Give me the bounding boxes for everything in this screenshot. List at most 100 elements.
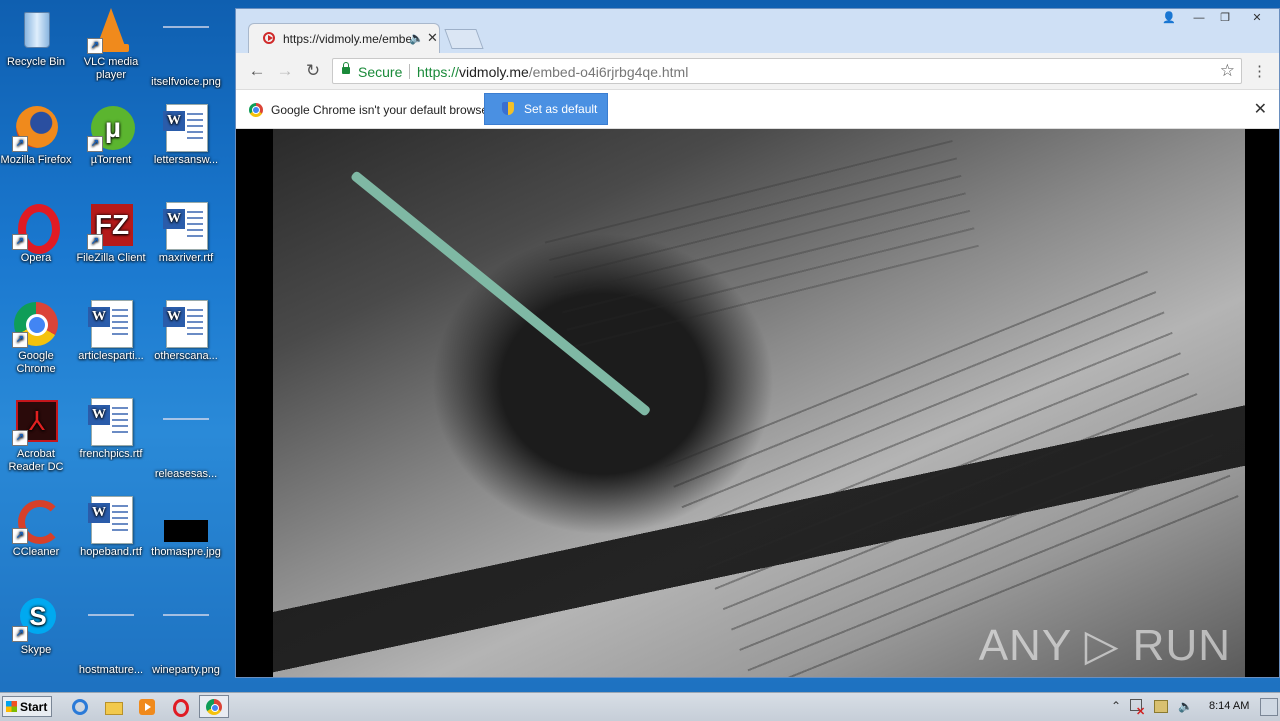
set-as-default-button[interactable]: Set as default: [484, 93, 608, 125]
desktop-icon-maxriver[interactable]: W maxriver.rtf: [148, 198, 224, 265]
shortcut-arrow-icon: ↗: [12, 626, 28, 642]
desktop-icon-hostmature[interactable]: hostmature...: [73, 590, 149, 677]
desktop-icon-recycle-bin[interactable]: Recycle Bin: [0, 2, 74, 69]
desktop-icon-releasesas[interactable]: releasesas...: [148, 394, 224, 481]
chrome-icon: ↗: [12, 300, 60, 348]
tab-title: https://vidmoly.me/embed-o4i6rjrbg4qe.ht…: [283, 32, 411, 46]
internet-explorer-icon[interactable]: [70, 697, 90, 717]
desktop-icon-label: hopeband.rtf: [80, 546, 142, 558]
back-button[interactable]: ←: [247, 61, 267, 81]
desktop-icon-opera[interactable]: ↗ Opera: [0, 198, 74, 265]
firefox-icon: ↗: [12, 104, 60, 152]
action-center-icon[interactable]: [1154, 699, 1168, 713]
lock-icon: [342, 62, 350, 74]
desktop-icon-wineparty[interactable]: wineparty.png: [148, 590, 224, 677]
desktop-icon-filezilla[interactable]: FZ ↗ FileZilla Client: [73, 198, 149, 265]
desktop-icon-label: thomaspre.jpg: [151, 546, 221, 558]
browser-tab[interactable]: https://vidmoly.me/embed-o4i6rjrbg4qe.ht…: [248, 23, 440, 53]
opera-taskbar-icon[interactable]: [170, 697, 190, 717]
shortcut-arrow-icon: ↗: [12, 430, 28, 446]
desktop-icon-acrobat[interactable]: ⅄ ↗ Acrobat Reader DC: [0, 394, 74, 474]
desktop-icon-lettersansw[interactable]: W lettersansw...: [148, 100, 224, 167]
desktop-icon-frenchpics[interactable]: W frenchpics.rtf: [73, 394, 149, 461]
desktop: Recycle Bin ↗ Mozilla Firefox ↗ Opera ↗ …: [0, 0, 236, 692]
utorrent-icon: µ ↗: [87, 104, 135, 152]
shortcut-arrow-icon: ↗: [12, 234, 28, 250]
forward-button[interactable]: →: [275, 61, 295, 81]
image-file-icon: [162, 614, 210, 662]
new-tab-button[interactable]: [444, 29, 484, 49]
shortcut-arrow-icon: ↗: [12, 136, 28, 152]
desktop-icon-label: CCleaner: [12, 546, 60, 558]
volume-icon[interactable]: 🔈: [1178, 699, 1193, 713]
show-desktop-button[interactable]: [1260, 698, 1278, 716]
reload-button[interactable]: ↻: [303, 61, 323, 81]
filezilla-icon: FZ ↗: [87, 202, 135, 250]
desktop-icon-label: wineparty.png: [152, 664, 220, 676]
speaker-icon[interactable]: 🔈: [409, 31, 424, 45]
image-thumbnail-icon: [162, 496, 210, 544]
desktop-icon-thomaspre[interactable]: thomaspre.jpg: [148, 492, 224, 559]
tab-close-icon[interactable]: ✕: [427, 30, 438, 46]
desktop-icon-firefox[interactable]: ↗ Mozilla Firefox: [0, 100, 74, 167]
image-file-icon: [162, 26, 210, 74]
clock[interactable]: 8:14 AM: [1209, 700, 1249, 712]
desktop-icon-hopeband[interactable]: W hopeband.rtf: [73, 492, 149, 559]
infobar-message: Google Chrome isn't your default browser…: [271, 103, 495, 117]
menu-icon[interactable]: ⋮: [1252, 62, 1267, 80]
desktop-icon-utorrent[interactable]: µ ↗ µTorrent: [73, 100, 149, 167]
url-text[interactable]: https://vidmoly.me/embed-o4i6rjrbg4qe.ht…: [417, 64, 688, 80]
vidmoly-favicon-icon: [263, 32, 275, 44]
title-bar: https://vidmoly.me/embed-o4i6rjrbg4qe.ht…: [236, 9, 1279, 53]
url-protocol: https://: [417, 64, 460, 80]
desktop-icon-articlesparti[interactable]: W articlesparti...: [73, 296, 149, 363]
desktop-icon-otherscana[interactable]: W otherscana...: [148, 296, 224, 363]
desktop-icon-label: Mozilla Firefox: [0, 154, 72, 166]
acrobat-reader-icon: ⅄ ↗: [12, 398, 60, 446]
file-explorer-icon[interactable]: [104, 697, 124, 717]
word-document-icon: W: [87, 398, 135, 446]
desktop-icon-label: Recycle Bin: [6, 56, 66, 68]
skype-icon: S ↗: [12, 594, 60, 642]
desktop-icon-label: Acrobat Reader DC: [8, 448, 64, 473]
shortcut-arrow-icon: ↗: [12, 528, 28, 544]
infobar-close-icon[interactable]: ✕: [1254, 99, 1267, 119]
word-document-icon: W: [87, 496, 135, 544]
media-player-icon[interactable]: [137, 697, 157, 717]
secure-label[interactable]: Secure: [358, 64, 402, 80]
tray-expand-icon[interactable]: ⌃: [1111, 699, 1121, 713]
address-bar[interactable]: Secure https://vidmoly.me/embed-o4i6rjrb…: [332, 58, 1242, 84]
user-icon[interactable]: 👤: [1156, 9, 1182, 27]
anyrun-watermark: ANY ▷ RUN: [978, 621, 1231, 670]
network-error-icon[interactable]: ✕: [1130, 699, 1145, 718]
desktop-icon-label: articlesparti...: [78, 350, 144, 362]
windows-logo-icon: [6, 701, 17, 712]
desktop-icon-label: releasesas...: [154, 468, 218, 480]
opera-icon: ↗: [12, 202, 60, 254]
notebook-top-page: [544, 139, 982, 359]
video-player[interactable]: ANY ▷ RUN: [273, 129, 1245, 677]
desktop-icon-chrome[interactable]: ↗ Google Chrome: [0, 296, 74, 376]
start-button[interactable]: Start: [2, 696, 52, 717]
start-label: Start: [20, 700, 48, 714]
restore-button[interactable]: ❐: [1212, 9, 1238, 27]
blank-file-icon: [87, 614, 135, 662]
browser-toolbar: ← → ↻ Secure https://vidmoly.me/embed-o4…: [236, 53, 1279, 90]
desktop-icon-skype[interactable]: S ↗ Skype: [0, 590, 74, 657]
chrome-taskbar-button[interactable]: [199, 695, 229, 718]
desktop-icon-label: FileZilla Client: [76, 252, 146, 264]
word-document-icon: W: [87, 300, 135, 348]
ccleaner-icon: ↗: [12, 496, 62, 544]
desktop-icon-label: VLC media player: [83, 56, 139, 81]
shortcut-arrow-icon: ↗: [12, 332, 28, 348]
close-window-button[interactable]: ✕: [1244, 9, 1270, 27]
desktop-icon-label: frenchpics.rtf: [79, 448, 143, 460]
bookmark-star-icon[interactable]: ☆: [1220, 61, 1235, 81]
desktop-icon-label: hostmature...: [78, 664, 144, 676]
desktop-icon-ccleaner[interactable]: ↗ CCleaner: [0, 492, 74, 559]
desktop-icon-vlc[interactable]: ↗ VLC media player: [73, 2, 149, 82]
minimize-button[interactable]: —: [1186, 9, 1212, 27]
notebook-bottom-page: [665, 270, 1241, 677]
recycle-bin-icon: [12, 6, 60, 54]
desktop-icon-itselfvoice[interactable]: itselfvoice.png: [148, 2, 224, 89]
